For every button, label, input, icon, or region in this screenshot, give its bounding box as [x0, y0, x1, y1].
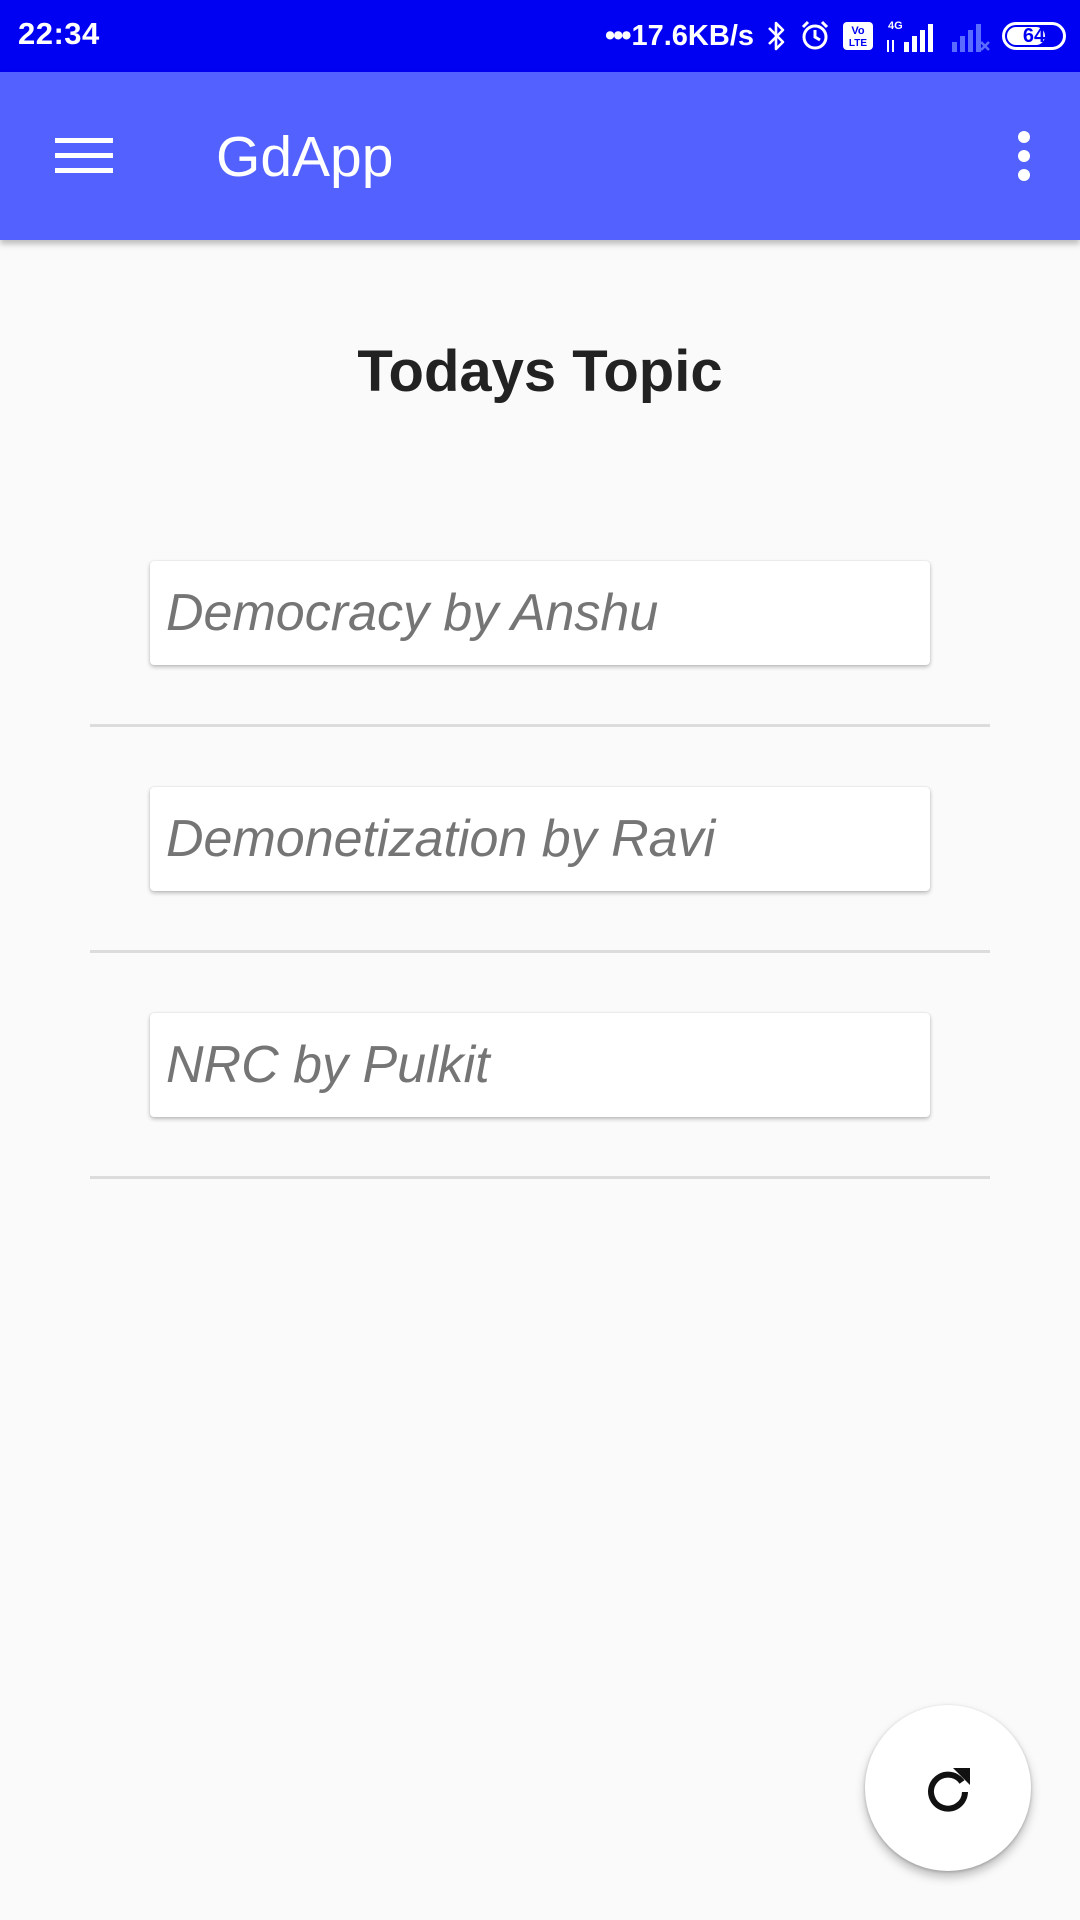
overflow-menu-button[interactable] — [992, 116, 1056, 196]
topic-label: NRC by Pulkit — [166, 1036, 490, 1094]
topic-item-2[interactable]: Demonetization by Ravi — [150, 787, 930, 891]
network-activity-dots: ••• — [605, 19, 632, 52]
navigation-menu-button[interactable] — [40, 116, 128, 196]
list-divider — [90, 1176, 990, 1179]
status-bar: 22:34 ••• 17.6KB/s Vo LTE 4G 64 — [0, 0, 1080, 72]
alarm-icon — [798, 19, 832, 53]
battery-level: 64 — [1022, 24, 1046, 47]
refresh-button[interactable] — [865, 1705, 1031, 1871]
topic-label: Demonetization by Ravi — [166, 810, 716, 868]
app-bar: GdApp — [0, 72, 1080, 240]
volte-icon: Vo LTE — [842, 21, 874, 51]
signal-4g-icon: 4G — [884, 18, 940, 54]
list-divider — [90, 950, 990, 953]
refresh-icon — [928, 1768, 970, 1812]
overflow-menu-icon — [1018, 131, 1030, 181]
signal-weak-icon — [950, 18, 992, 54]
battery-icon: 64 — [1002, 22, 1066, 50]
list-divider — [90, 724, 990, 727]
topic-label: Democracy by Anshu — [166, 584, 659, 642]
topic-item-3[interactable]: NRC by Pulkit — [150, 1013, 930, 1117]
hamburger-menu-icon — [55, 138, 113, 173]
network-speed: ••• 17.6KB/s — [605, 20, 754, 53]
svg-text:LTE: LTE — [849, 38, 867, 49]
status-icons: ••• 17.6KB/s Vo LTE 4G 64 — [605, 12, 1066, 60]
status-time: 22:34 — [18, 16, 100, 51]
page-title: Todays Topic — [357, 339, 723, 404]
svg-text:Vo: Vo — [851, 25, 865, 37]
app-title: GdApp — [216, 125, 394, 189]
network-speed-value: 17.6KB/s — [631, 19, 754, 52]
bluetooth-icon — [764, 19, 788, 53]
topic-item-1[interactable]: Democracy by Anshu — [150, 561, 930, 665]
svg-text:4G: 4G — [888, 20, 903, 32]
